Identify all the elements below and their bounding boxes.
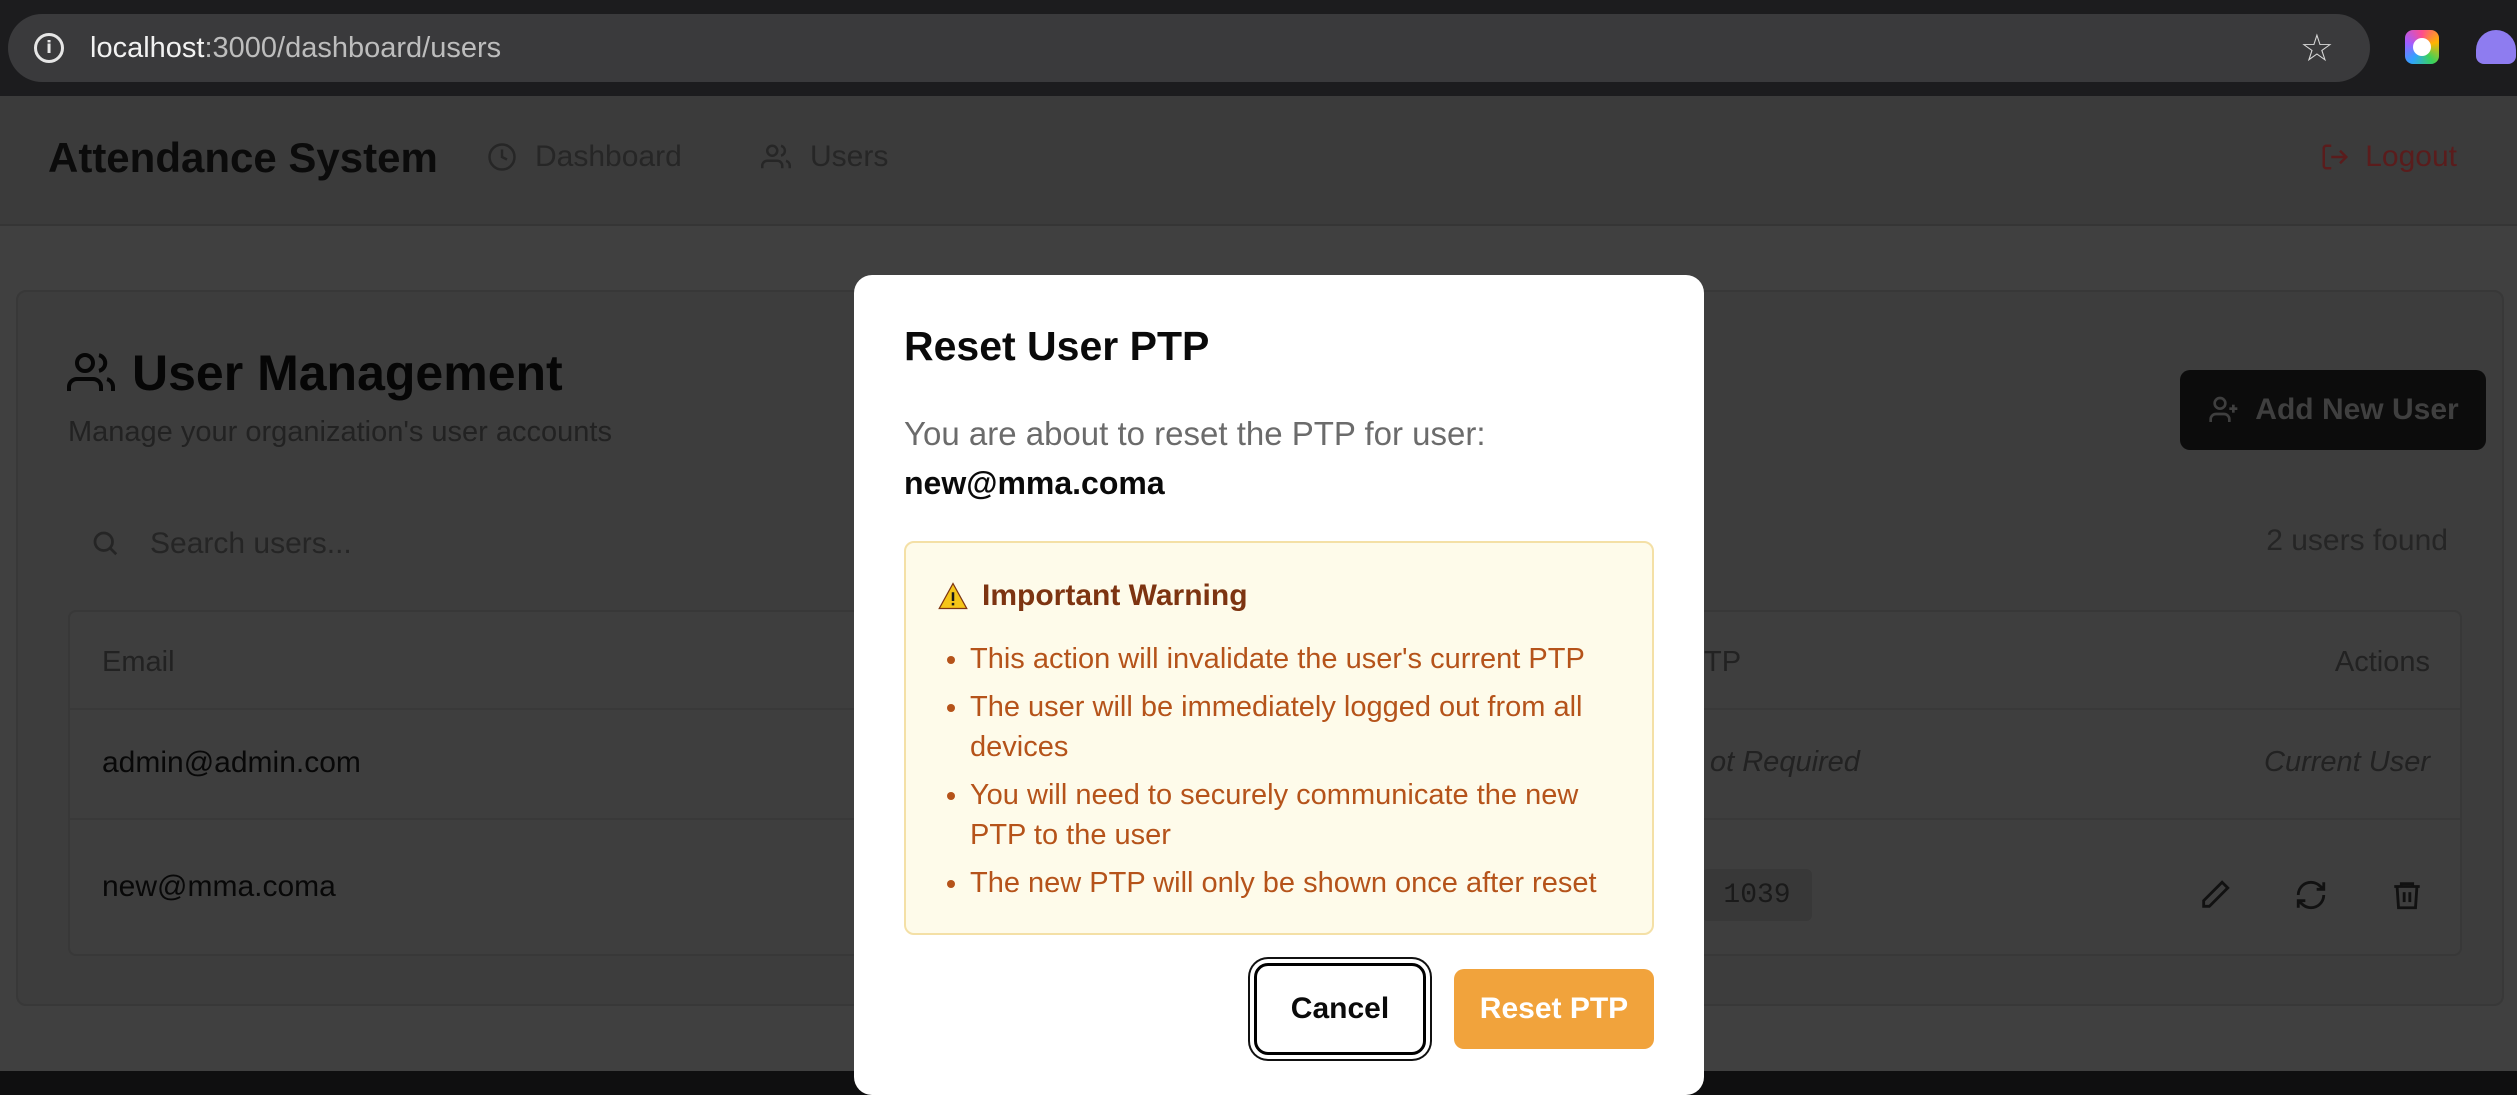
url-host: localhost bbox=[90, 31, 205, 64]
top-navigation: Attendance System Dashboard Users Logout bbox=[0, 96, 2517, 226]
add-user-label: Add New User bbox=[2255, 393, 2459, 426]
delete-icon[interactable] bbox=[2390, 878, 2424, 912]
warning-list: This action will invalidate the user's c… bbox=[936, 639, 1636, 911]
extension-ghost-icon[interactable] bbox=[2476, 30, 2516, 64]
reset-ptp-dialog: Reset User PTP You are about to reset th… bbox=[854, 275, 1704, 1095]
nav-item-dashboard[interactable]: Dashboard bbox=[487, 140, 682, 174]
table-row-email: admin@admin.com bbox=[102, 746, 361, 779]
warning-item: This action will invalidate the user's c… bbox=[970, 639, 1636, 679]
address-bar[interactable]: i localhost:3000/dashboard/users ☆ bbox=[8, 14, 2370, 82]
nav-item-users[interactable]: Users bbox=[760, 140, 888, 174]
warning-item: The user will be immediately logged out … bbox=[970, 687, 1636, 767]
table-row-ptp: ot Required bbox=[1710, 746, 1860, 778]
search-icon bbox=[93, 531, 118, 556]
search-input[interactable] bbox=[148, 518, 748, 570]
site-info-icon[interactable]: i bbox=[34, 33, 64, 63]
logout-label: Logout bbox=[2365, 140, 2457, 173]
reset-ptp-icon[interactable] bbox=[2294, 878, 2328, 912]
table-row-actions: Current User bbox=[2264, 746, 2430, 778]
page-title-text: User Management bbox=[132, 345, 563, 401]
clock-icon bbox=[488, 143, 516, 171]
cancel-button[interactable]: Cancel bbox=[1254, 963, 1426, 1055]
page-subtitle: Manage your organization's user accounts bbox=[68, 416, 612, 448]
users-icon bbox=[761, 144, 792, 169]
add-user-button[interactable]: Add New User bbox=[2180, 370, 2486, 450]
column-header-ptp[interactable]: TP bbox=[1704, 646, 1741, 679]
edit-icon[interactable] bbox=[2198, 878, 2232, 912]
warning-header: Important Warning bbox=[938, 579, 1248, 613]
reset-ptp-button[interactable]: Reset PTP bbox=[1454, 969, 1654, 1049]
browser-toolbar: i localhost:3000/dashboard/users ☆ bbox=[0, 0, 2517, 96]
brand-title: Attendance System bbox=[48, 134, 438, 181]
warning-box: Important Warning This action will inval… bbox=[904, 541, 1654, 935]
nav-item-label: Dashboard bbox=[535, 140, 682, 173]
warning-triangle-icon bbox=[938, 582, 968, 610]
url-text[interactable]: localhost:3000/dashboard/users bbox=[90, 32, 501, 65]
page-title: User Management bbox=[66, 344, 563, 402]
ptp-code-badge: 1039 bbox=[1702, 869, 1812, 921]
column-header-actions: Actions bbox=[2334, 646, 2430, 678]
table-row-email: new@mma.coma bbox=[102, 870, 336, 903]
column-header-email[interactable]: Email bbox=[102, 646, 175, 679]
logout-icon bbox=[2322, 144, 2349, 170]
logout-button[interactable]: Logout bbox=[2319, 140, 2457, 174]
users-count: 2 users found bbox=[2266, 524, 2448, 557]
extension-icon[interactable] bbox=[2405, 30, 2439, 64]
user-plus-icon bbox=[2209, 396, 2238, 422]
dialog-title: Reset User PTP bbox=[904, 323, 1210, 369]
nav-item-label: Users bbox=[810, 140, 889, 173]
warning-item: You will need to securely communicate th… bbox=[970, 775, 1636, 855]
warning-item: The new PTP will only be shown once afte… bbox=[970, 863, 1636, 903]
warning-title: Important Warning bbox=[982, 579, 1248, 612]
dialog-user-email: new@mma.coma bbox=[904, 465, 1165, 501]
dialog-description: You are about to reset the PTP for user: bbox=[904, 415, 1486, 452]
url-path: :3000/dashboard/users bbox=[204, 31, 502, 64]
users-icon bbox=[67, 353, 116, 391]
bookmark-star-icon[interactable]: ☆ bbox=[2300, 26, 2334, 70]
